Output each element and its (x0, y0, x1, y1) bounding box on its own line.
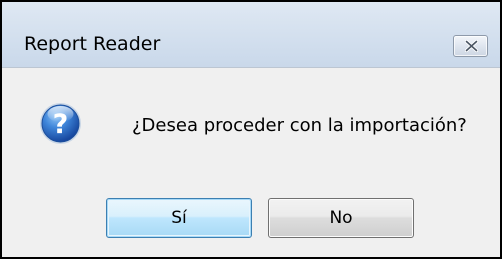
close-icon (465, 40, 478, 52)
yes-button[interactable]: Sí (106, 198, 252, 238)
dialog-title: Report Reader (24, 33, 161, 55)
dialog-message: ¿Desea proceder con la importación? (132, 115, 467, 136)
title-bar[interactable]: Report Reader (2, 2, 500, 68)
report-reader-dialog: Report Reader ? ¿Desea proceder con la i… (0, 0, 502, 259)
svg-text:?: ? (53, 109, 69, 140)
no-button[interactable]: No (268, 198, 414, 238)
question-icon: ? (40, 103, 81, 144)
close-button[interactable] (453, 35, 488, 57)
